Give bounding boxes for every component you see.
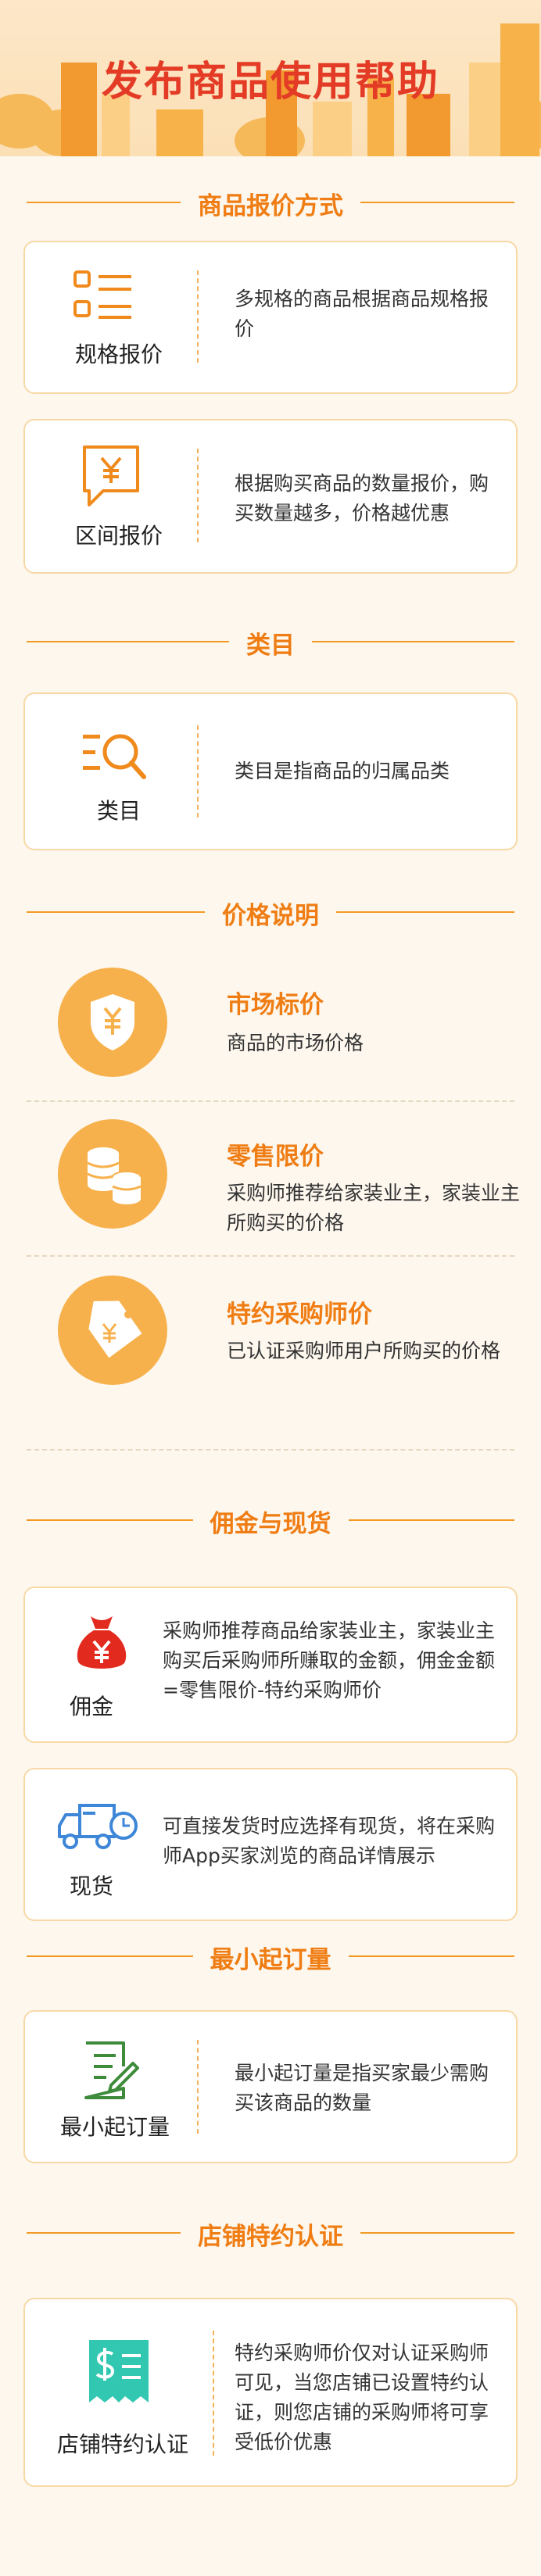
divider (197, 2040, 199, 2134)
divider (197, 449, 199, 542)
card-label: 店铺特约认证 (56, 2431, 188, 2457)
divider (213, 2331, 214, 2456)
header-banner: 发布商品使用帮助 (0, 0, 541, 156)
divider (27, 1255, 514, 1257)
coin-stack-icon (87, 1147, 142, 1204)
yen-shield-icon (91, 994, 134, 1050)
price-description: 已认证采购师用户所购买的价格 (227, 1340, 501, 1362)
card-spec-pricing: 规格报价 多规格的商品根据商品规格报价 (23, 241, 518, 394)
card-label: 最小起订量 (59, 2114, 170, 2140)
building-decoration (156, 109, 203, 156)
card-in-stock: 现货 可直接发货时应选择有现货，将在采购师App买家浏览的商品详情展示 (23, 1768, 518, 1921)
divider (27, 1449, 514, 1451)
card-description: 根据购买商品的数量报价，购买数量越多，价格越优惠 (235, 472, 489, 524)
price-description: 商品的市场价格 (227, 1032, 364, 1054)
delivery-truck-icon (58, 1804, 138, 1849)
section-heading-category: 类目 (0, 622, 541, 660)
card-description: 可直接发货时应选择有现货，将在采购师App买家浏览的商品详情展示 (163, 1815, 496, 1867)
divider (27, 1100, 514, 1102)
price-item-market: 市场标价 商品的市场价格 (23, 961, 518, 1099)
card-description: 特约采购师价仅对认证采购师可见，当您店铺已设置特约认证，则您店铺的采购师将可享受… (235, 2342, 489, 2453)
list-spec-icon (73, 270, 131, 319)
card-moq: 最小起订量 最小起订量是指买家最少需购买该商品的数量 (23, 2010, 518, 2163)
card-label: 规格报价 (74, 342, 163, 367)
card-label: 类目 (96, 798, 141, 824)
section-heading-moq: 最小起订量 (0, 1937, 541, 1974)
card-description: 采购师推荐商品给家装业主，家装业主购买后采购师所赚取的金额，佣金金额=零售限价-… (163, 1619, 496, 1701)
card-commission: 佣金 采购师推荐商品给家装业主，家装业主购买后采购师所赚取的金额，佣金金额=零售… (23, 1587, 518, 1743)
card-category: 类目 类目是指商品的归属品类 (23, 692, 518, 850)
yen-chat-icon (83, 445, 139, 506)
order-pen-icon (84, 2041, 139, 2099)
card-range-pricing: 区间报价 根据购买商品的数量报价，购买数量越多，价格越优惠 (23, 419, 518, 574)
price-title: 特约采购师价 (227, 1301, 372, 1329)
section-heading-pricing: 商品报价方式 (0, 183, 541, 220)
page-title: 发布商品使用帮助 (101, 59, 439, 106)
section-heading-commission: 佣金与现货 (0, 1501, 541, 1538)
card-store-cert: 店铺特约认证 特约采购师价仅对认证采购师可见，当您店铺已设置特约认证，则您店铺的… (23, 2298, 518, 2487)
section-heading-store-cert: 店铺特约认证 (0, 2213, 541, 2251)
card-description: 最小起订量是指买家最少需购买该商品的数量 (235, 2062, 489, 2114)
divider (197, 270, 199, 363)
price-title: 零售限价 (227, 1143, 324, 1171)
money-bag-icon (77, 1616, 127, 1669)
section-heading-price-info: 价格说明 (0, 893, 541, 930)
price-title: 市场标价 (227, 991, 324, 1019)
card-label: 现货 (69, 1873, 113, 1899)
price-description: 采购师推荐给家装业主，家装业主所购买的价格 (227, 1182, 521, 1234)
card-label: 佣金 (69, 1694, 113, 1719)
divider (197, 725, 199, 818)
dollar-receipt-icon (89, 2340, 149, 2402)
price-tag-icon (88, 1301, 142, 1358)
price-item-retail-limit: 零售限价 采购师推荐给家装业主，家装业主所购买的价格 (23, 1110, 520, 1250)
card-description: 类目是指商品的归属品类 (235, 760, 450, 782)
price-item-special-buyer: 特约采购师价 已认证采购师用户所购买的价格 (23, 1265, 518, 1421)
card-label: 区间报价 (74, 523, 163, 549)
building-decoration (313, 102, 352, 156)
search-list-icon (83, 734, 146, 779)
card-description: 多规格的商品根据商品规格报价 (235, 288, 489, 340)
